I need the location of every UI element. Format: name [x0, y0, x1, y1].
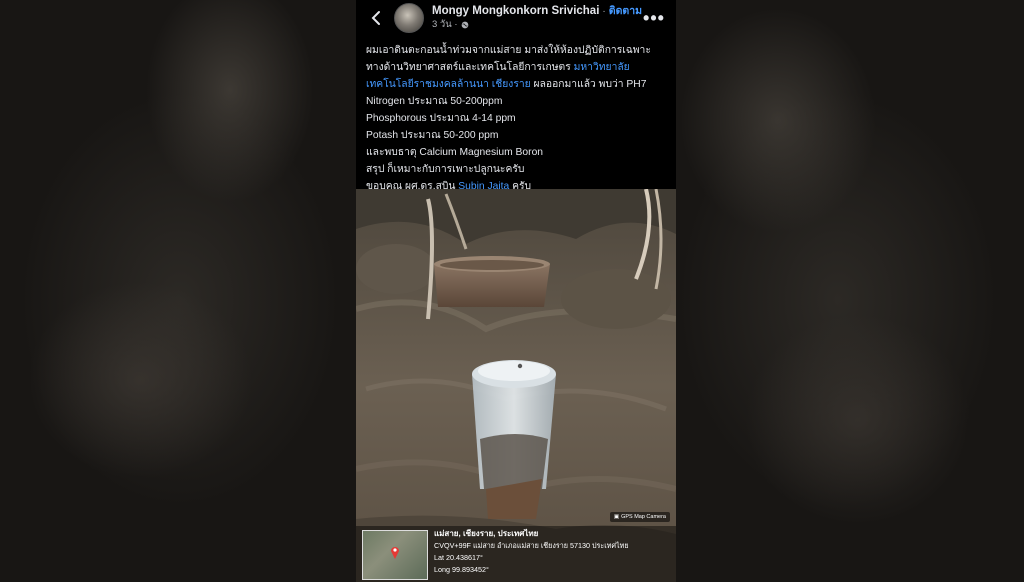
author-name[interactable]: Mongy Mongkonkorn Srivichai: [432, 5, 599, 18]
post-line: Potash ประมาณ 50-200 ppm: [366, 130, 499, 141]
globe-icon: [461, 21, 468, 28]
university-link[interactable]: มหาวิทยาลัย: [574, 62, 630, 73]
post-body: ผมเอาดินตะกอนน้ำท่วมจากแม่สาย มาส่งให้ห้…: [366, 42, 671, 195]
gps-location-title: แม่สาย, เชียงราย, ประเทศไทย: [434, 529, 539, 538]
post-line: ผมเอาดินตะกอนน้ำท่วมจากแม่สาย มาส่งให้ห้…: [366, 45, 651, 56]
follow-button[interactable]: ติดตาม: [609, 5, 642, 18]
author-avatar[interactable]: [394, 3, 424, 33]
map-thumbnail: [362, 530, 428, 580]
post-line: Nitrogen ประมาณ 50-200ppm: [366, 96, 503, 107]
post-line: และพบธาตุ Calcium Magnesium Boron: [366, 147, 544, 158]
map-pin-icon: [391, 547, 399, 559]
post-line: เทคโนโลยีราชมงคลล้านนา เชียงราย ผลออกมาแ…: [366, 76, 671, 93]
more-options-icon[interactable]: •••: [642, 6, 666, 30]
gps-camera-badge: ▣ GPS Map Camera: [609, 512, 670, 522]
post-text-segment: ทางด้านวิทยาศาสตร์และเทคโนโลยีการเกษตร: [366, 62, 571, 73]
post-line: Phosphorous ประมาณ 4-14 ppm: [366, 113, 516, 124]
camera-icon: ▣: [613, 514, 620, 520]
gps-address: CVQV+99F แม่สาย อำเภอแม่สาย เชียงราย 571…: [434, 541, 629, 550]
gps-overlay: ▣ GPS Map Camera แม่สาย, เชียงราย, ประเท…: [356, 512, 676, 582]
post-photo[interactable]: ▣ GPS Map Camera แม่สาย, เชียงราย, ประเท…: [356, 189, 676, 582]
post-meta: 3 วัน ·: [432, 18, 642, 31]
post-line: ทางด้านวิทยาศาสตร์และเทคโนโลยีการเกษตร ม…: [366, 59, 671, 76]
separator-dot: ·: [602, 6, 606, 17]
gps-badge-label: GPS Map Camera: [621, 514, 666, 520]
gps-longitude: Long 99.893452°: [434, 565, 489, 574]
author-info: Mongy Mongkonkorn Srivichai · ติดตาม 3 ว…: [432, 5, 642, 31]
university-link-continued[interactable]: เทคโนโลยีราชมงคลล้านนา เชียงราย: [366, 79, 531, 90]
back-arrow-icon[interactable]: [362, 4, 390, 32]
mud-scene-image: [356, 189, 676, 582]
post-header: Mongy Mongkonkorn Srivichai · ติดตาม 3 ว…: [356, 0, 676, 36]
post-text-segment: ผลออกมาแล้ว พบว่า PH7: [530, 79, 647, 90]
facebook-post-screen: Mongy Mongkonkorn Srivichai · ติดตาม 3 ว…: [356, 0, 676, 582]
blurred-backdrop-left: [0, 0, 356, 582]
gps-text: แม่สาย, เชียงราย, ประเทศไทย CVQV+99F แม่…: [434, 528, 674, 576]
blurred-backdrop-right: [668, 0, 1024, 582]
post-time[interactable]: 3 วัน ·: [432, 18, 458, 31]
gps-latitude: Lat 20.438617°: [434, 553, 483, 562]
post-line: สรุป ก็เหมาะกับการเพาะปลูกนะครับ: [366, 164, 525, 175]
